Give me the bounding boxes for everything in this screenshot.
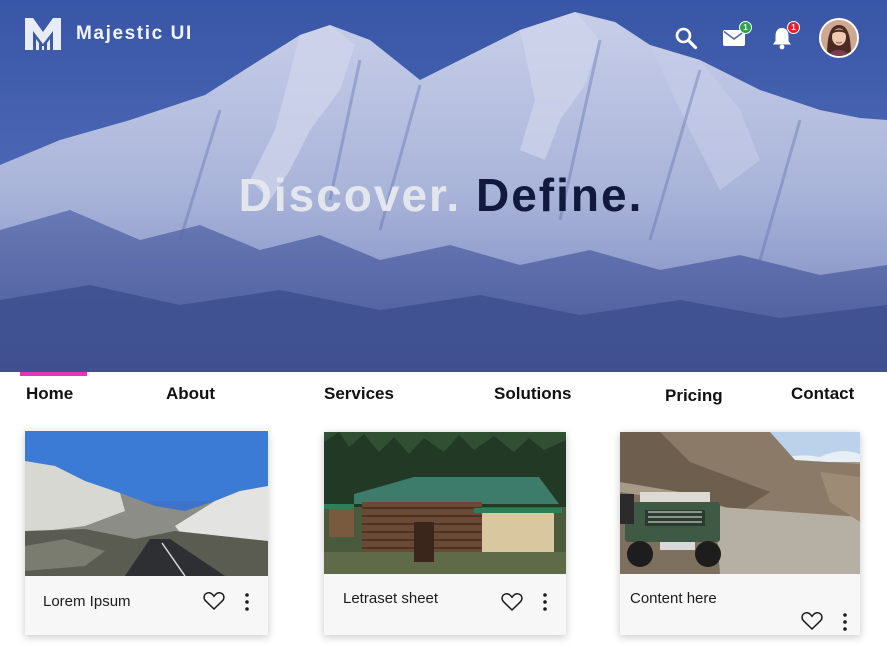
top-actions: 1 1 [673, 18, 859, 58]
nav-item-solutions[interactable]: Solutions [494, 384, 571, 404]
notifications-button[interactable]: 1 [769, 21, 800, 51]
nav-active-indicator [20, 372, 87, 376]
avatar-portrait-icon [821, 20, 857, 56]
hero-headline: Discover. Define. [0, 168, 887, 222]
brand-m-logo-icon [25, 18, 61, 50]
nav-item-services[interactable]: Services [324, 384, 394, 404]
card-image-mountain-road [25, 431, 268, 576]
user-avatar[interactable] [819, 18, 859, 58]
card-lorem-ipsum[interactable]: Lorem Ipsum [25, 431, 268, 635]
more-vertical-icon[interactable] [540, 592, 550, 612]
nav-item-contact[interactable]: Contact [791, 384, 854, 404]
messages-button[interactable]: 1 [721, 21, 752, 51]
card-content-here[interactable]: Content here [620, 432, 860, 635]
hero-banner: Majestic UI 1 1 Discover. Define. [0, 0, 887, 372]
brand[interactable]: Majestic UI [24, 17, 193, 51]
headline-word-define: Define. [475, 169, 644, 221]
heart-icon[interactable] [203, 591, 225, 611]
more-vertical-icon[interactable] [242, 592, 252, 612]
notifications-badge: 1 [787, 21, 800, 34]
messages-badge: 1 [739, 21, 752, 34]
card-image-wooden-house [324, 432, 566, 574]
search-icon [675, 27, 698, 50]
card-letraset-sheet[interactable]: Letraset sheet [324, 432, 566, 635]
heart-icon[interactable] [801, 611, 823, 631]
card-title: Letraset sheet [343, 590, 439, 607]
headline-word-discover: Discover. [238, 169, 462, 221]
more-vertical-icon[interactable] [840, 612, 850, 632]
search-button[interactable] [673, 25, 699, 51]
card-title: Content here [630, 590, 717, 607]
brand-name: Majestic UI [76, 23, 193, 44]
nav-item-home[interactable]: Home [26, 384, 73, 404]
nav-item-pricing[interactable]: Pricing [665, 386, 723, 406]
nav-item-about[interactable]: About [166, 384, 215, 404]
card-title: Lorem Ipsum [43, 593, 131, 610]
main-nav: Home About Services Solutions Pricing Co… [0, 372, 887, 420]
heart-icon[interactable] [501, 592, 523, 612]
card-image-jeep-mountain [620, 432, 860, 574]
